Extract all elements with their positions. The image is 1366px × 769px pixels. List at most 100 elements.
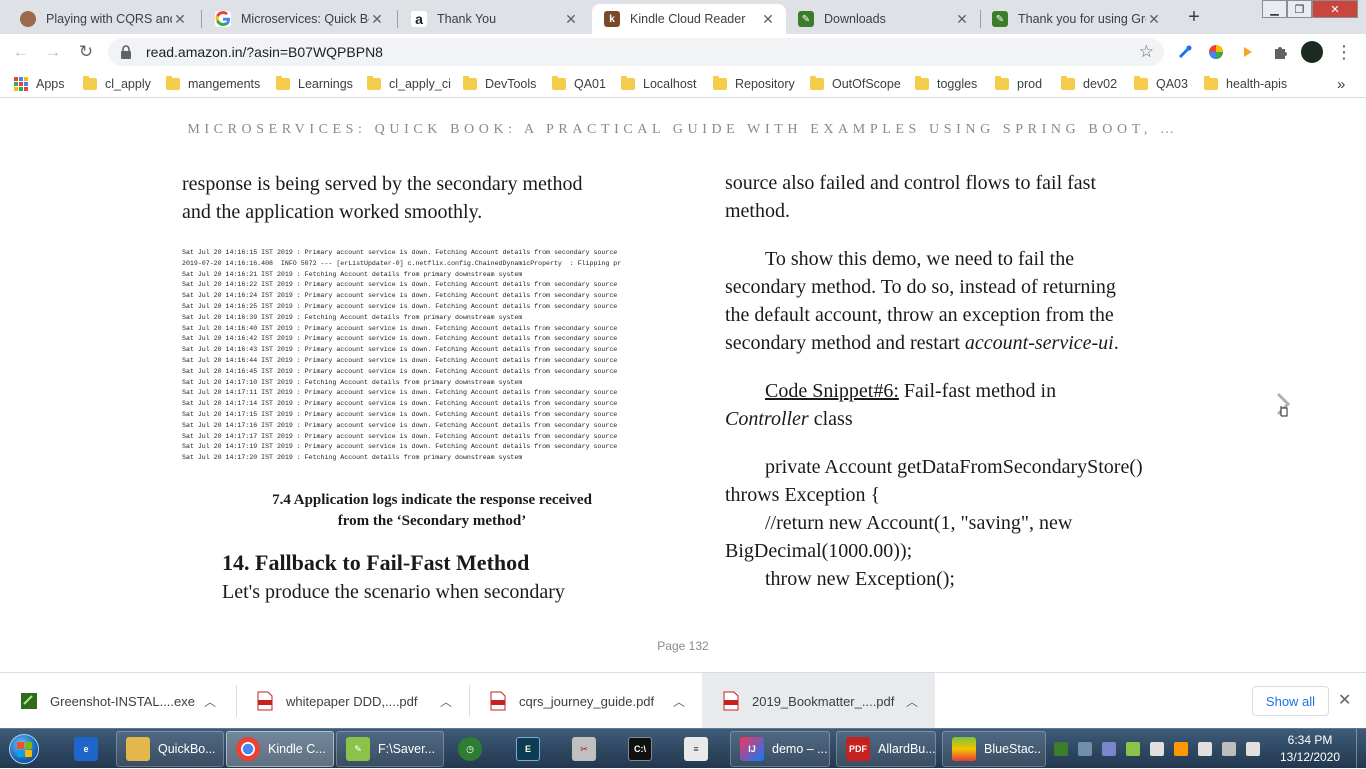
taskbar-item[interactable]: QuickBo... [116, 731, 224, 767]
log-line: Sat Jul 20 14:17:14 IST 2019 : Primary a… [182, 400, 618, 408]
arrow-extension-icon[interactable] [1238, 42, 1258, 62]
taskbar-item[interactable]: C:\ [622, 731, 658, 767]
network-icon[interactable] [1150, 742, 1164, 756]
tray-app-icon[interactable] [1078, 742, 1092, 756]
next-page-chevron-icon[interactable] [1272, 392, 1296, 420]
bookmark-folder[interactable]: QA03 [1134, 76, 1188, 92]
log-line: Sat Jul 20 14:16:24 IST 2019 : Primary a… [182, 292, 618, 300]
display-icon[interactable] [1222, 742, 1236, 756]
taskbar-item[interactable]: ✎ F:\Saver... [336, 731, 444, 767]
forward-button[interactable]: → [42, 41, 64, 63]
taskbar-item[interactable]: ✂ [566, 731, 602, 767]
download-item[interactable]: 2019_Bookmatter_....pdf ︿ [702, 673, 935, 729]
paragraph-text: Code Snippet#6: Fail-fast method in [765, 377, 1056, 405]
download-item[interactable]: Greenshot-INSTAL....exe ︿ [0, 673, 236, 729]
url-text: read.amazon.in/?asin=B07WQPBPN8 [146, 44, 383, 60]
bookmark-folder[interactable]: cl_apply [83, 76, 151, 92]
window-close-button[interactable]: ✕ [1312, 0, 1358, 18]
editor-icon: E [516, 737, 540, 761]
clock-time: 6:34 PM [1287, 733, 1333, 747]
code-snippet-link[interactable]: Code Snippet#6: [765, 380, 899, 402]
color-picker-extension-icon[interactable] [1206, 42, 1226, 62]
maximize-button[interactable]: ❐ [1287, 0, 1312, 18]
speaker-icon[interactable] [1246, 742, 1260, 756]
extensions-puzzle-icon[interactable] [1270, 42, 1290, 62]
show-all-downloads-button[interactable]: Show all [1252, 686, 1329, 716]
bookmark-apps[interactable]: Apps [14, 76, 65, 92]
close-icon[interactable]: ✕ [1146, 11, 1162, 28]
bookmark-folder[interactable]: Learnings [276, 76, 353, 92]
taskbar-item[interactable]: ≡ [678, 731, 714, 767]
bookmark-folder[interactable]: health-apis [1204, 76, 1287, 92]
tab-thank-you-greenshot[interactable]: ✎ Thank you for using Gree ✕ [980, 4, 1172, 34]
chevron-up-icon[interactable]: ︿ [436, 693, 456, 710]
system-clock[interactable]: 6:34 PM 13/12/2020 [1270, 732, 1350, 766]
chevron-up-icon[interactable]: ︿ [902, 693, 922, 710]
bookmark-folder[interactable]: Repository [713, 76, 795, 92]
download-filename: Greenshot-INSTAL....exe [50, 693, 195, 709]
taskbar-item[interactable]: IJ demo – ... [730, 731, 830, 767]
bookmark-folder[interactable]: OutOfScope [810, 76, 901, 92]
bookmark-folder[interactable]: cl_apply_ci [367, 76, 451, 92]
bookmark-folder[interactable]: toggles [915, 76, 977, 92]
kindle-reader-page: MICROSERVICES: QUICK BOOK: A PRACTICAL G… [0, 98, 1366, 672]
close-icon[interactable]: ✕ [172, 11, 188, 28]
download-item[interactable]: whitepaper DDD,....pdf ︿ [236, 673, 469, 729]
paragraph-text: secondary method and restart account-ser… [725, 329, 1119, 357]
taskbar-item[interactable]: BlueStac... [942, 731, 1046, 767]
chevron-up-icon[interactable]: ︿ [669, 693, 689, 710]
close-downloads-shelf-icon[interactable]: ✕ [1338, 690, 1351, 710]
minimize-button[interactable]: ▁ [1262, 0, 1287, 18]
back-button[interactable]: ← [10, 41, 32, 63]
show-desktop-button[interactable] [1356, 729, 1366, 769]
profile-avatar[interactable] [1301, 41, 1323, 63]
flag-icon[interactable] [1198, 742, 1212, 756]
caption-line: from the ‘Secondary method’ [337, 513, 527, 529]
notepad-icon: ≡ [684, 737, 708, 761]
chevron-up-icon[interactable]: ︿ [200, 693, 220, 710]
bookmark-folder[interactable]: QA01 [552, 76, 606, 92]
tab-microservices-quick-book[interactable]: Microservices: Quick Boo ✕ [203, 4, 395, 34]
volume-icon[interactable] [1174, 742, 1188, 756]
address-bar[interactable]: read.amazon.in/?asin=B07WQPBPN8 ☆ [108, 38, 1164, 66]
close-icon[interactable]: ✕ [954, 11, 970, 28]
tab-downloads[interactable]: ✎ Downloads ✕ [786, 4, 980, 34]
greenshot-tray-icon[interactable] [1054, 742, 1068, 756]
bookmarks-overflow-button[interactable]: » [1337, 76, 1345, 93]
reload-button[interactable]: ↻ [75, 41, 97, 63]
shield-icon[interactable] [1102, 742, 1116, 756]
start-button[interactable] [4, 730, 44, 768]
menu-kebab-icon[interactable]: ⋮ [1334, 42, 1354, 62]
paragraph-text: method. [725, 200, 790, 222]
taskbar-item[interactable]: E [510, 731, 546, 767]
folder-icon [1204, 76, 1218, 90]
close-icon[interactable]: ✕ [563, 11, 579, 28]
tab-playing-with-cqrs[interactable]: Playing with CQRS and E ✕ [8, 4, 198, 34]
bookmark-folder[interactable]: dev02 [1061, 76, 1117, 92]
taskbar-item[interactable]: Kindle C... [226, 731, 334, 767]
folder-icon [1061, 76, 1075, 90]
bookmark-star-icon[interactable]: ☆ [1139, 42, 1154, 62]
close-icon[interactable]: ✕ [760, 11, 776, 28]
new-tab-button[interactable]: + [1181, 5, 1207, 29]
taskbar-label: Kindle C... [268, 742, 326, 756]
log-line: Sat Jul 20 14:17:20 IST 2019 : Fetching … [182, 454, 523, 462]
code-line: //return new Account(1, "saving", new [765, 512, 1073, 534]
eyedropper-extension-icon[interactable] [1175, 42, 1195, 62]
figure-caption: 7.4 Application logs indicate the respon… [182, 490, 682, 532]
tray-app-icon[interactable] [1126, 742, 1140, 756]
windows-logo-icon [9, 734, 39, 764]
bookmark-folder[interactable]: mangements [166, 76, 260, 92]
taskbar-item[interactable]: ◷ [452, 731, 488, 767]
bookmark-folder[interactable]: prod [995, 76, 1042, 92]
close-icon[interactable]: ✕ [369, 11, 385, 28]
taskbar-item[interactable]: PDF AllardBu... [836, 731, 936, 767]
tab-thank-you[interactable]: a Thank You ✕ [399, 4, 589, 34]
taskbar-item[interactable]: e [68, 731, 104, 767]
tab-kindle-cloud-reader[interactable]: k Kindle Cloud Reader ✕ [592, 4, 786, 34]
bookmarks-bar: Apps cl_apply mangements Learnings cl_ap… [0, 70, 1366, 98]
bookmark-folder[interactable]: DevTools [463, 76, 536, 92]
lock-icon [120, 45, 136, 59]
bookmark-folder[interactable]: Localhost [621, 76, 697, 92]
download-item[interactable]: cqrs_journey_guide.pdf ︿ [469, 673, 702, 729]
